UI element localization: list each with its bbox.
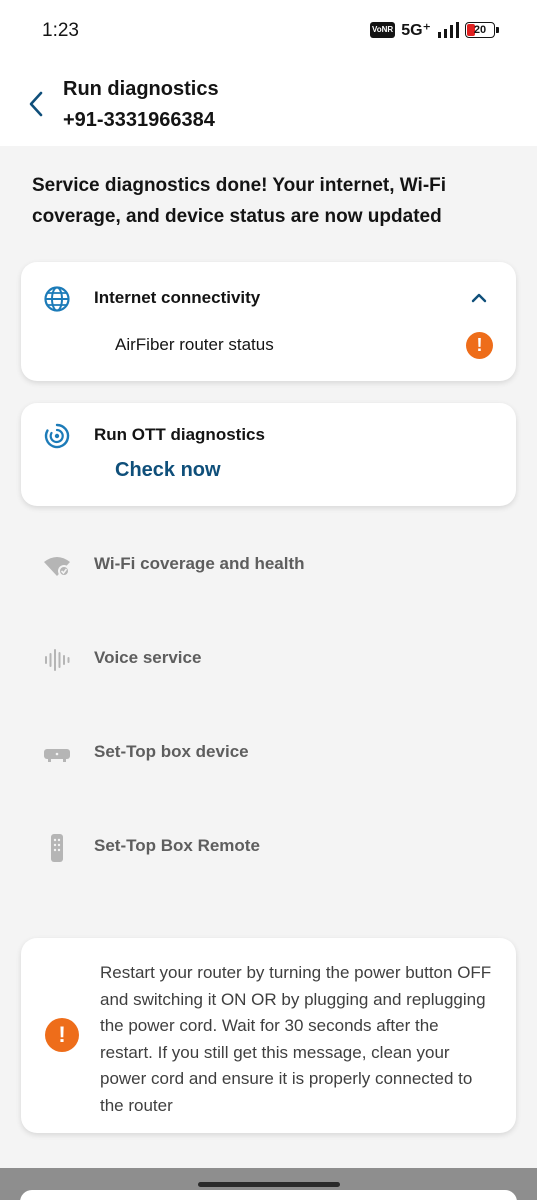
- wifi-icon: [42, 551, 72, 581]
- internet-connectivity-title: Internet connectivity: [94, 288, 261, 307]
- ott-diagnostics-card: Run OTT diagnostics Check now: [21, 403, 516, 506]
- router-restart-advice-card: ! Restart your router by turning the pow…: [21, 938, 516, 1133]
- diagnostics-done-message: Service diagnostics done! Your internet,…: [32, 175, 447, 227]
- status-bar: 1:23 VoNR 5G⁺ 20: [0, 0, 537, 60]
- set-top-box-icon: [42, 739, 72, 769]
- advice-text: Restart your router by turning the power…: [100, 963, 492, 1115]
- network-type: 5G⁺: [401, 22, 431, 39]
- globe-icon: [42, 284, 72, 314]
- page-title: Run diagnostics: [63, 78, 219, 100]
- voice-wave-icon: [42, 645, 72, 675]
- vonr-badge: VoNR: [370, 22, 396, 38]
- ott-diagnostics-title: Run OTT diagnostics: [94, 425, 265, 444]
- chevron-up-icon: [471, 293, 487, 303]
- service-row-label: Voice service: [94, 648, 202, 667]
- collapse-button[interactable]: [467, 286, 491, 310]
- chevron-left-icon: [29, 91, 43, 117]
- bottom-sheet-edge: [20, 1190, 517, 1200]
- battery-icon: 20: [465, 22, 499, 38]
- status-time: 1:23: [42, 20, 79, 41]
- service-row-label: Set-Top Box Remote: [94, 836, 260, 855]
- service-row-remote[interactable]: Set-Top Box Remote: [0, 817, 537, 877]
- battery-level: 20: [473, 24, 487, 36]
- home-indicator[interactable]: [198, 1182, 340, 1187]
- warning-icon: !: [45, 1018, 79, 1052]
- service-row-wifi[interactable]: Wi-Fi coverage and health: [0, 535, 537, 595]
- back-button[interactable]: [20, 86, 52, 122]
- service-row-label: Set-Top box device: [94, 742, 249, 761]
- check-now-link[interactable]: Check now: [115, 459, 221, 482]
- service-row-label: Wi-Fi coverage and health: [94, 554, 305, 573]
- signal-icon: [438, 22, 459, 38]
- warning-icon: !: [466, 332, 493, 359]
- ott-diagnostics-icon: [42, 421, 72, 451]
- service-row-set-top-box[interactable]: Set-Top box device: [0, 723, 537, 783]
- app-header: Run diagnostics +91-3331966384: [0, 60, 537, 146]
- status-indicators: VoNR 5G⁺ 20: [370, 20, 499, 40]
- airfiber-router-status-label: AirFiber router status: [115, 335, 274, 354]
- remote-icon: [42, 833, 72, 863]
- internet-connectivity-card: Internet connectivity AirFiber router st…: [21, 262, 516, 381]
- phone-number: +91-3331966384: [63, 109, 215, 131]
- service-row-voice[interactable]: Voice service: [0, 629, 537, 689]
